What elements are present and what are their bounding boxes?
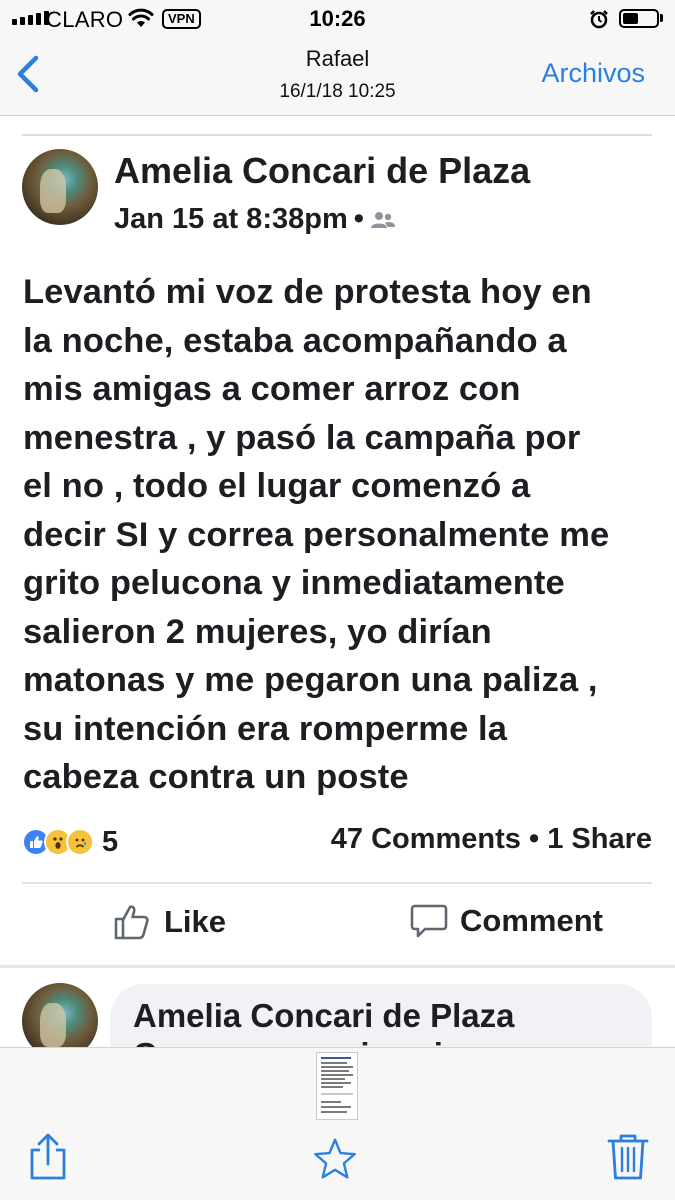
battery-tip: [660, 14, 663, 22]
comment-label: Comment: [460, 903, 603, 938]
comment-bubble-icon: [410, 904, 448, 938]
friends-icon: [370, 211, 395, 228]
star-icon[interactable]: [313, 1134, 357, 1184]
status-bar: CLARO VPN 10:26: [0, 0, 675, 38]
post-line: grito pelucona y inmediatamente: [23, 564, 565, 602]
post-line: su intención era romperme la: [23, 709, 508, 748]
post-line: cabeza contra un poste: [23, 758, 409, 796]
post-line: decir SI y correa personalmente me: [23, 515, 610, 554]
post-author[interactable]: Amelia Concari de Plaza: [114, 150, 530, 192]
post-stats[interactable]: 47 Comments • 1 Share: [331, 823, 652, 856]
like-button[interactable]: Like: [112, 902, 226, 942]
post-timestamp[interactable]: Jan 15 at 8:38pm: [114, 203, 348, 236]
comment-button[interactable]: Comment: [410, 902, 603, 940]
archivos-button[interactable]: Archivos: [541, 58, 645, 89]
post-line: matonas y me pegaron una paliza ,: [23, 661, 598, 699]
post-line: salieron 2 mujeres, yo dirían: [23, 612, 492, 651]
post-line: Levantó mi voz de protesta hoy en: [23, 273, 592, 311]
thumbs-up-icon: [114, 905, 149, 940]
post-line: el no , todo el lugar comenzó a: [23, 467, 531, 505]
alarm-icon: [590, 10, 608, 29]
post-line: la noche, estaba acompañando a: [23, 321, 567, 360]
attachment-thumbnail[interactable]: [316, 1052, 358, 1120]
divider: [22, 882, 652, 884]
reactions-summary[interactable]: 5: [22, 825, 118, 859]
divider: [22, 134, 652, 136]
trash-icon[interactable]: [606, 1132, 650, 1182]
reaction-count: 5: [102, 825, 119, 858]
section-divider: [0, 965, 675, 968]
author-avatar[interactable]: [22, 149, 98, 225]
post-line: menestra , y pasó la campaña por: [23, 418, 581, 457]
meta-separator: •: [353, 203, 364, 235]
sad-reaction-icon: [66, 828, 94, 856]
battery-icon: [619, 9, 659, 28]
post-meta: Jan 15 at 8:38pm •: [114, 203, 396, 236]
share-icon[interactable]: [26, 1132, 70, 1182]
nav-bar: Rafael 16/1/18 10:25 Archivos: [0, 38, 675, 116]
post-body: Levantó mi voz de protesta hoy en la noc…: [23, 268, 663, 802]
like-label: Like: [164, 904, 227, 939]
comment-author[interactable]: Amelia Concari de Plaza: [133, 997, 514, 1035]
status-time: 10:26: [309, 6, 366, 31]
post-line: mis amigas a comer arroz con: [23, 370, 521, 408]
